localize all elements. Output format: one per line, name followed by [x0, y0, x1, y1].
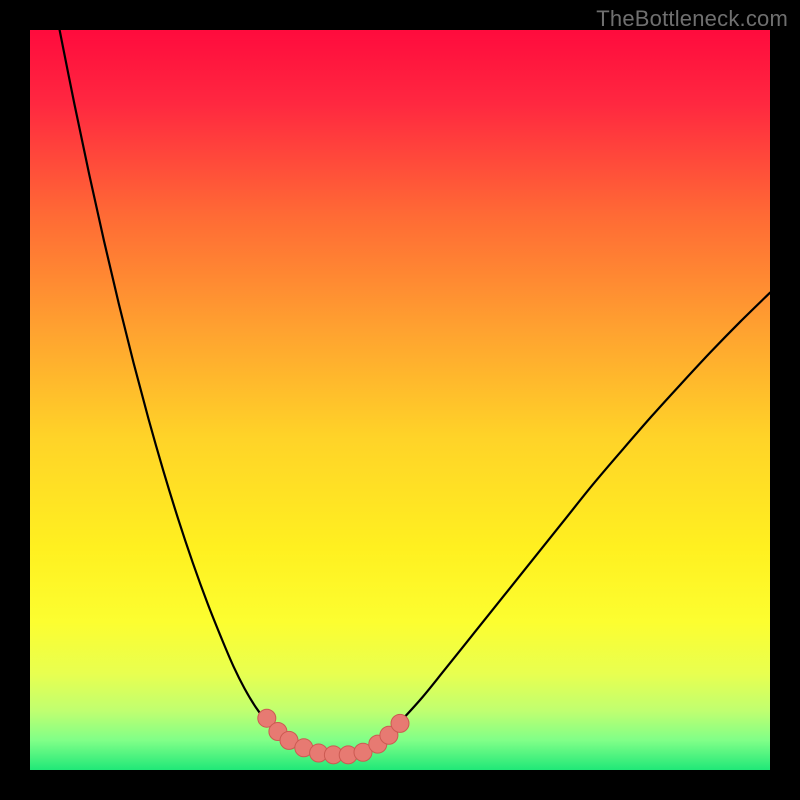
plot-area — [30, 30, 770, 770]
gradient-background — [30, 30, 770, 770]
marker-dot — [391, 714, 409, 732]
watermark-text: TheBottleneck.com — [596, 6, 788, 32]
frame: TheBottleneck.com — [0, 0, 800, 800]
chart-svg — [30, 30, 770, 770]
